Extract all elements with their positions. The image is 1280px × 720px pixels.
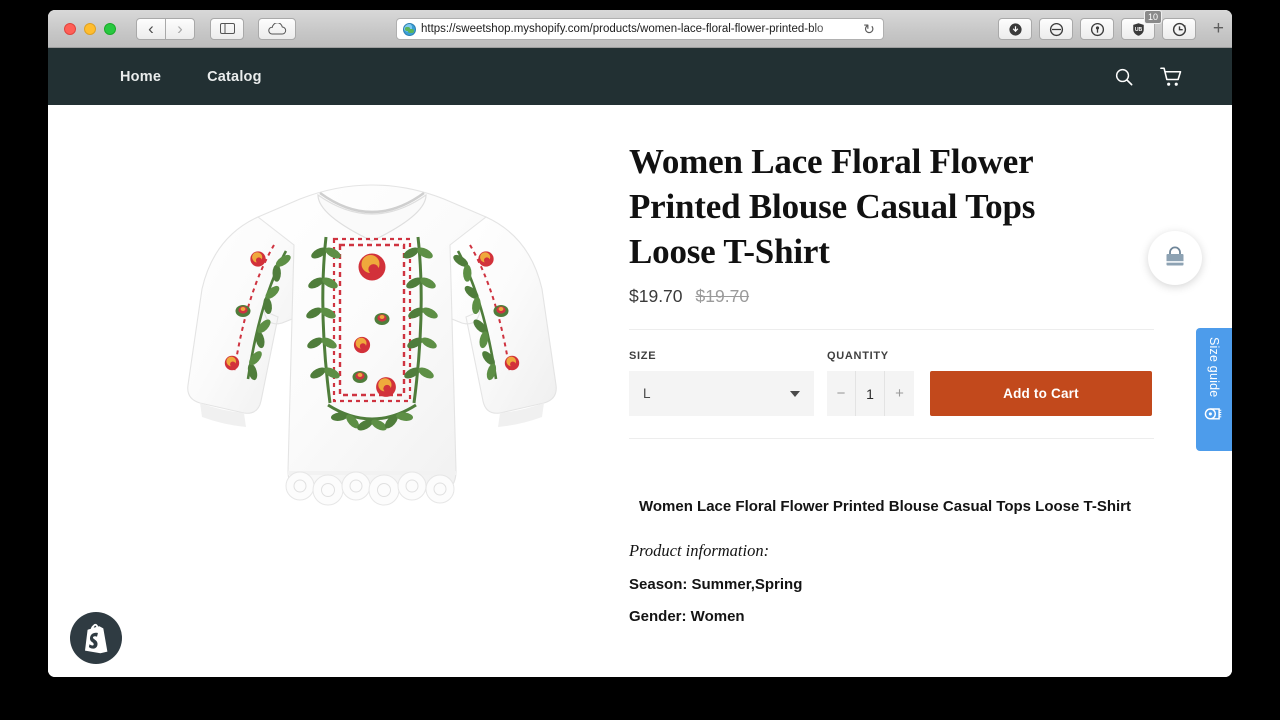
password-key-icon	[1090, 22, 1105, 37]
nav-home[interactable]: Home	[110, 65, 171, 89]
refresh-extension-button[interactable]	[1162, 18, 1196, 40]
ublock-button[interactable]: UB 10	[1121, 18, 1155, 40]
main-navigation: Home Catalog	[110, 65, 272, 89]
size-select-value: L	[643, 386, 651, 401]
size-guide-tab[interactable]: Size guide	[1196, 328, 1232, 451]
reader-icon	[1049, 22, 1064, 37]
reader-button[interactable]	[1039, 18, 1073, 40]
chevron-right-icon: ›	[177, 22, 183, 36]
address-bar-url: https://sweetshop.myshopify.com/products…	[421, 23, 861, 35]
quantity-input[interactable]: 1	[856, 371, 885, 416]
window-controls	[64, 23, 116, 35]
purchase-options: SIZE L QUANTITY − 1 + Add to Cart	[629, 350, 1154, 416]
product-image[interactable]	[150, 141, 594, 591]
cloud-icon	[267, 23, 287, 35]
reload-icon[interactable]: ↻	[861, 21, 877, 38]
quantity-group: QUANTITY − 1 +	[827, 350, 914, 416]
icloud-tabs-button[interactable]	[258, 18, 296, 40]
description-subheading: Product information:	[629, 541, 1141, 561]
quantity-increment-button[interactable]: +	[885, 371, 914, 416]
cart-button[interactable]	[1160, 66, 1184, 88]
navigation-buttons: ‹ ›	[136, 18, 195, 40]
product-compare-at-price: $19.70	[696, 286, 750, 307]
ublock-badge-count: 10	[1144, 10, 1162, 24]
divider-top	[629, 329, 1154, 330]
extension-toolbar: UB 10	[998, 18, 1196, 40]
site-header: Home Catalog	[48, 48, 1232, 105]
add-to-cart-button[interactable]: Add to Cart	[930, 371, 1152, 416]
floating-cart-button[interactable]	[1148, 231, 1202, 285]
browser-window: ‹ › https://sweetshop.myshopify.com/prod…	[48, 10, 1232, 677]
measuring-tape-icon	[1204, 403, 1224, 423]
quantity-decrement-button[interactable]: −	[827, 371, 856, 416]
website-globe-icon	[403, 23, 416, 36]
refresh-extension-icon	[1172, 22, 1187, 37]
downloads-button[interactable]	[998, 18, 1032, 40]
chevron-left-icon: ‹	[148, 22, 154, 36]
address-bar[interactable]: https://sweetshop.myshopify.com/products…	[396, 18, 884, 40]
header-icon-group	[1114, 66, 1184, 88]
cart-icon	[1160, 66, 1184, 88]
product-gallery	[48, 105, 627, 677]
description-line-gender: Gender: Women	[629, 608, 1141, 625]
blouse-illustration	[150, 141, 594, 591]
description-line-season: Season: Summer,Spring	[629, 576, 1141, 593]
size-label: SIZE	[629, 350, 814, 362]
maximize-window-button[interactable]	[104, 23, 116, 35]
product-title: Women Lace Floral Flower Printed Blouse …	[629, 139, 1069, 274]
browser-titlebar: ‹ › https://sweetshop.myshopify.com/prod…	[48, 10, 1232, 48]
show-sidebar-button[interactable]	[210, 18, 244, 40]
size-select[interactable]: L	[629, 371, 814, 416]
price-row: $19.70 $19.70	[629, 286, 1154, 307]
svg-text:UB: UB	[1134, 27, 1142, 33]
back-button[interactable]: ‹	[136, 18, 166, 40]
divider-bottom	[629, 438, 1154, 439]
quantity-label: QUANTITY	[827, 350, 914, 362]
description-heading: Women Lace Floral Flower Printed Blouse …	[629, 483, 1141, 531]
search-icon	[1114, 67, 1134, 87]
close-window-button[interactable]	[64, 23, 76, 35]
size-guide-label: Size guide	[1207, 337, 1221, 397]
chevron-down-icon	[790, 391, 800, 397]
nav-catalog[interactable]: Catalog	[197, 65, 272, 89]
sidebar-icon	[220, 23, 235, 34]
ublock-shield-icon: UB	[1131, 22, 1146, 37]
search-button[interactable]	[1114, 67, 1134, 87]
shopify-badge[interactable]	[70, 612, 122, 664]
quantity-stepper: − 1 +	[827, 371, 914, 416]
product-details: Women Lace Floral Flower Printed Blouse …	[627, 105, 1232, 677]
downloads-icon	[1008, 22, 1023, 37]
product-description: Women Lace Floral Flower Printed Blouse …	[629, 483, 1141, 625]
product-price: $19.70	[629, 286, 683, 307]
product-page: Women Lace Floral Flower Printed Blouse …	[48, 105, 1232, 677]
minimize-window-button[interactable]	[84, 23, 96, 35]
shopify-logo-icon	[81, 622, 111, 654]
shopping-bag-icon	[1162, 245, 1188, 271]
new-tab-button[interactable]: +	[1213, 21, 1224, 37]
forward-button[interactable]: ›	[165, 18, 195, 40]
size-selector-group: SIZE L	[629, 350, 814, 416]
password-button[interactable]	[1080, 18, 1114, 40]
